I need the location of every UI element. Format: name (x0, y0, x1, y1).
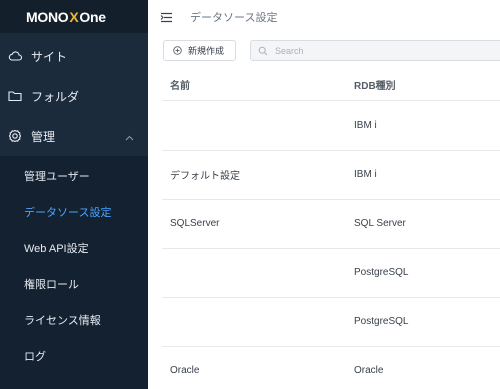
column-header-rdb-type[interactable]: RDB種別 (354, 68, 396, 100)
submenu-item-datasource-settings[interactable]: データソース設定 (0, 194, 148, 230)
menu-collapse-icon[interactable] (160, 10, 173, 28)
submenu-item-label: Web API設定 (24, 243, 89, 255)
divider (162, 100, 500, 101)
sidebar-item-admin[interactable]: 管理 (0, 116, 148, 156)
submenu-item-admin-users[interactable]: 管理ユーザー (0, 158, 148, 194)
search-input[interactable]: Search (250, 40, 500, 61)
divider (162, 346, 500, 347)
sidebar-item-label: サイト (31, 49, 68, 64)
submenu-item-label: データソース設定 (24, 207, 112, 219)
app-logo[interactable]: MONO X One (0, 0, 148, 33)
logo-text-x: X (69, 8, 79, 25)
logo-text-right: One (79, 8, 106, 25)
cell-rdb-type: PostgreSQL (354, 267, 409, 278)
submenu-item-license-info[interactable]: ライセンス情報 (0, 302, 148, 338)
plus-circle-icon (173, 46, 182, 55)
submenu-item-label: 管理ユーザー (24, 171, 90, 183)
chevron-up-icon (125, 130, 134, 144)
submenu-item-label: ライセンス情報 (24, 315, 101, 327)
cell-rdb-type: SQL Server (354, 218, 406, 229)
gear-icon (8, 129, 22, 143)
divider (162, 297, 500, 298)
cell-rdb-type: IBM i (354, 169, 377, 180)
sidebar-item-site[interactable]: サイト (0, 36, 148, 76)
logo-text-left: MONO (26, 8, 69, 25)
sidebar: MONO X One サイト フォルダ 管理 管理ユーザー データソース設定 Web… (0, 0, 148, 389)
cell-name: Oracle (170, 365, 200, 376)
sidebar-item-label: 管理 (31, 129, 56, 144)
submenu-item-logs[interactable]: ログ (0, 338, 148, 374)
submenu-item-label: 権限ロール (24, 279, 79, 291)
admin-submenu: 管理ユーザー データソース設定 Web API設定 権限ロール ライセンス情報 … (0, 156, 148, 389)
new-button[interactable]: 新規作成 (163, 40, 236, 61)
folder-icon (8, 89, 22, 103)
column-header-name[interactable]: 名前 (170, 68, 190, 100)
search-icon (258, 46, 268, 56)
cell-rdb-type: PostgreSQL (354, 316, 409, 327)
sidebar-item-label: フォルダ (31, 89, 80, 104)
cell-name: SQLServer (170, 218, 220, 229)
page-title: データソース設定 (190, 12, 278, 24)
new-button-label: 新規作成 (188, 46, 225, 56)
submenu-item-label: ログ (24, 351, 46, 363)
cloud-icon (8, 49, 22, 63)
cell-rdb-type: IBM i (354, 120, 377, 131)
header-bar: データソース設定 (148, 0, 500, 33)
submenu-item-web-api-settings[interactable]: Web API設定 (0, 230, 148, 266)
divider (162, 248, 500, 249)
cell-rdb-type: Oracle (354, 365, 384, 376)
search-placeholder: Search (275, 45, 304, 56)
submenu-item-permission-roles[interactable]: 権限ロール (0, 266, 148, 302)
sidebar-item-folder[interactable]: フォルダ (0, 76, 148, 116)
cell-name: デフォルト設定 (170, 171, 240, 182)
